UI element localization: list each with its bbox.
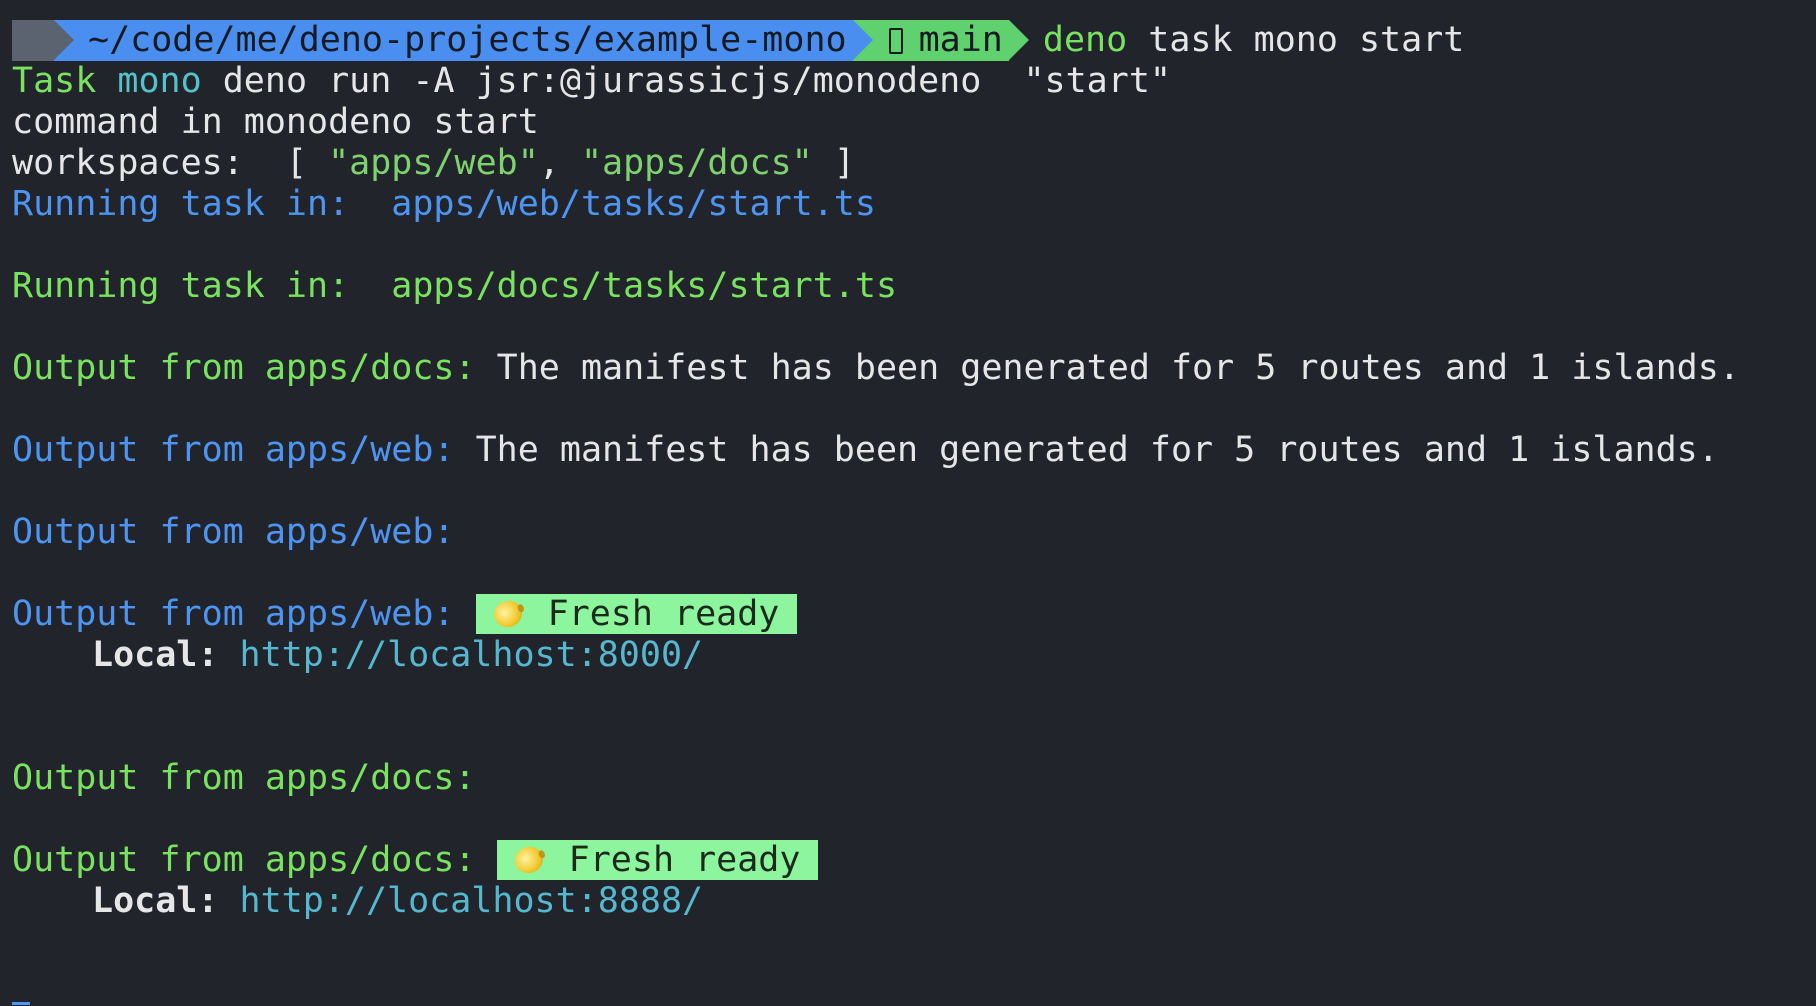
output-docs-empty-line: Output from apps/docs: (12, 758, 476, 798)
workspace-web: "apps/web" (328, 143, 539, 183)
output-docs-prefix: Output from apps/docs: (12, 348, 476, 388)
prompt-branch: main (918, 20, 1003, 60)
task-label: Task (12, 61, 97, 101)
command-in-line: command in monodeno start (12, 102, 539, 142)
workspaces-line: workspaces: [ "apps/web", "apps/docs" ] (12, 143, 1816, 184)
terminal-cursor (12, 1002, 30, 1005)
git-branch-icon (888, 27, 903, 54)
output-docs-message: The manifest has been generated for 5 ro… (475, 348, 1740, 388)
task-line: Task mono deno run -A jsr:@jurassicjs/mo… (12, 61, 1816, 102)
docs-local-line: Local: http://localhost:8888/ (12, 881, 1816, 922)
workspaces-label: workspaces: [ (12, 143, 329, 183)
task-name: mono (96, 61, 202, 101)
output-web-prefix: Output from apps/web: (12, 430, 455, 470)
output-docs-ready-prefix: Output from apps/docs: (12, 840, 497, 880)
web-local-line: Local: http://localhost:8000/ (12, 635, 1816, 676)
workspace-docs: "apps/docs" (580, 143, 813, 183)
fresh-ready-badge: Fresh ready (496, 839, 819, 880)
command-executable: deno (1042, 20, 1128, 60)
web-local-url[interactable]: http://localhost:8000/ (240, 635, 704, 675)
shell-prompt: ~/code/me/deno-projects/example-mono mai… (12, 20, 1816, 61)
running-docs-line: Running task in: apps/docs/tasks/start.t… (12, 266, 898, 306)
output-web-message: The manifest has been generated for 5 ro… (454, 430, 1719, 470)
fresh-ready-label: Fresh ready (547, 593, 780, 634)
prompt-path-segment: ~/code/me/deno-projects/example-mono (54, 20, 873, 61)
docs-local-url[interactable]: http://localhost:8888/ (240, 881, 704, 921)
output-web-ready-line: Output from apps/web: Fresh ready (12, 594, 1816, 635)
fresh-ready-badge: Fresh ready (475, 593, 798, 634)
command-args: task mono start (1127, 20, 1465, 60)
local-label: Local: (92, 635, 219, 675)
fresh-ready-label: Fresh ready (568, 839, 801, 880)
lemon-icon (489, 596, 526, 632)
lemon-icon (511, 842, 547, 878)
workspace-separator: , (538, 143, 581, 183)
output-docs-ready-line: Output from apps/docs: Fresh ready (12, 840, 1816, 881)
output-web-manifest-line: Output from apps/web: The manifest has b… (12, 430, 1816, 471)
output-docs-manifest-line: Output from apps/docs: The manifest has … (12, 348, 1816, 389)
terminal-output[interactable]: ~/code/me/deno-projects/example-mono mai… (12, 20, 1816, 922)
workspaces-close: ] (812, 143, 855, 183)
task-command: deno run -A jsr:@jurassicjs/monodeno "st… (201, 61, 1171, 101)
prompt-command: deno task mono start (1009, 20, 1464, 61)
prompt-git-segment: main (852, 20, 1029, 61)
output-web-empty-line: Output from apps/web: (12, 512, 455, 552)
local-label: Local: (92, 881, 219, 921)
running-web-line: Running task in: apps/web/tasks/start.ts (12, 184, 876, 224)
output-web-ready-prefix: Output from apps/web: (12, 594, 476, 634)
prompt-os-segment (12, 20, 74, 61)
prompt-path: ~/code/me/deno-projects/example-mono (88, 20, 847, 60)
